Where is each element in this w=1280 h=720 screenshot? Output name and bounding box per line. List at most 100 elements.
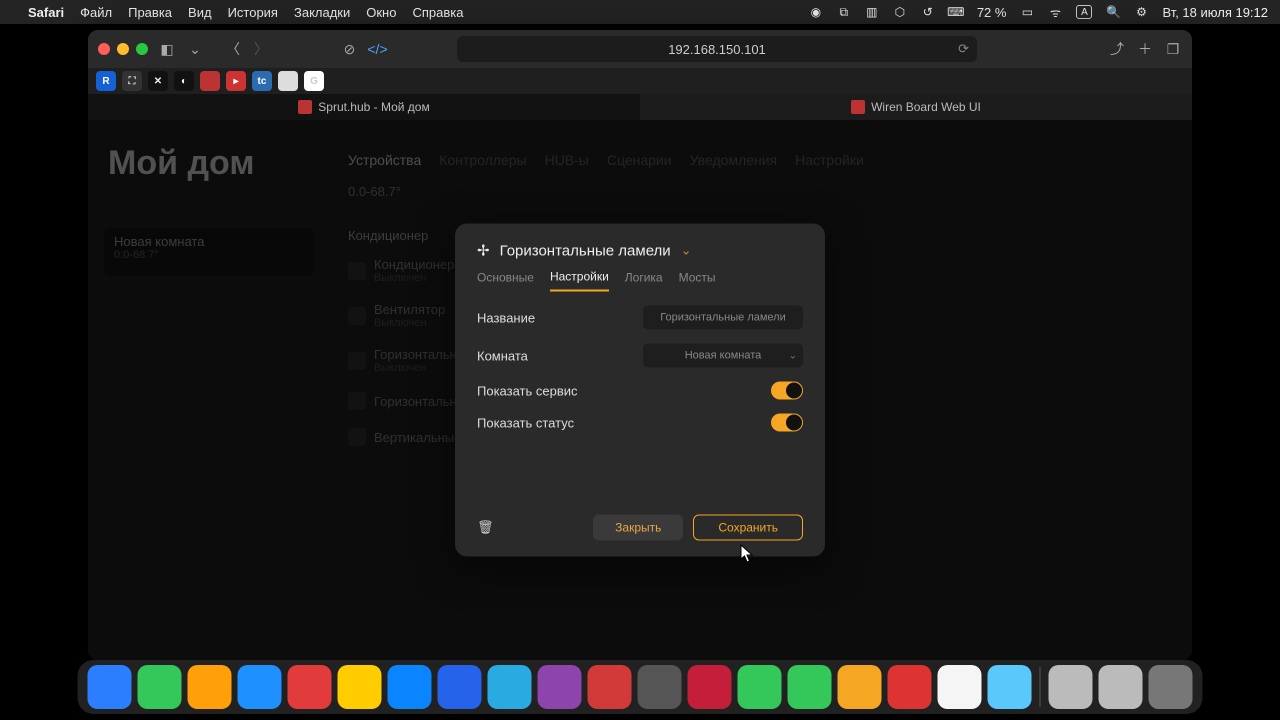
record-icon[interactable]: ◉ bbox=[809, 5, 823, 19]
favorite-7[interactable]: tc bbox=[252, 71, 272, 91]
temperature-range: 0.0-68.7° bbox=[348, 184, 401, 199]
dock-app-17[interactable] bbox=[888, 665, 932, 709]
dock-app-4[interactable] bbox=[238, 665, 282, 709]
dock-app-19[interactable] bbox=[988, 665, 1032, 709]
control-center-icon[interactable]: ⚙ bbox=[1134, 5, 1148, 19]
page-title: Мой дом bbox=[108, 144, 255, 183]
save-button[interactable]: Сохранить bbox=[693, 515, 803, 541]
input-source-icon[interactable]: A bbox=[1076, 5, 1092, 19]
safari-window: ◧ ⌄ 〈 〉 ⊘ </> 192.168.150.101 ⟳ ⤴ ＋ ❐ R … bbox=[88, 30, 1192, 660]
dock-app-6[interactable] bbox=[338, 665, 382, 709]
battery-percent: 72 % bbox=[977, 5, 1007, 20]
window-zoom-button[interactable] bbox=[136, 43, 148, 55]
mac-dock bbox=[78, 660, 1203, 714]
clock-icon[interactable]: ↺ bbox=[921, 5, 935, 19]
dock-app-15[interactable] bbox=[788, 665, 832, 709]
keyboard-battery-icon[interactable]: ⌨ bbox=[949, 5, 963, 19]
menu-help[interactable]: Справка bbox=[412, 5, 463, 20]
window-close-button[interactable] bbox=[98, 43, 110, 55]
favorite-8[interactable] bbox=[278, 71, 298, 91]
nav-hubs[interactable]: HUB-ы bbox=[545, 152, 589, 168]
nav-settings[interactable]: Настройки bbox=[795, 152, 864, 168]
dock-app-16[interactable] bbox=[838, 665, 882, 709]
browser-tab-1[interactable]: Sprut.hub - Мой дом bbox=[88, 94, 640, 120]
back-button[interactable]: 〈 bbox=[224, 40, 242, 58]
nav-scenarios[interactable]: Сценарии bbox=[607, 152, 672, 168]
new-tab-button[interactable]: ＋ bbox=[1136, 40, 1154, 58]
nav-controllers[interactable]: Контроллеры bbox=[439, 152, 526, 168]
dock-app-1[interactable] bbox=[88, 665, 132, 709]
tab-overview-icon[interactable]: ❐ bbox=[1164, 40, 1182, 58]
address-bar[interactable]: 192.168.150.101 ⟳ bbox=[457, 36, 977, 62]
dock-app-20[interactable] bbox=[1049, 665, 1093, 709]
mac-menubar: Safari Файл Правка Вид История Закладки … bbox=[0, 0, 1280, 24]
share-icon[interactable]: ⤴ bbox=[1108, 40, 1126, 58]
menu-file[interactable]: Файл bbox=[80, 5, 112, 20]
menu-edit[interactable]: Правка bbox=[128, 5, 172, 20]
dock-app-3[interactable] bbox=[188, 665, 232, 709]
modal-title-dropdown[interactable]: ⌄ bbox=[681, 243, 692, 259]
menu-history[interactable]: История bbox=[228, 5, 278, 20]
dock-app-12[interactable] bbox=[638, 665, 682, 709]
dock-app-22[interactable] bbox=[1149, 665, 1193, 709]
tab-group-chevron-icon[interactable]: ⌄ bbox=[186, 40, 204, 58]
dock-app-2[interactable] bbox=[138, 665, 182, 709]
field-room-select[interactable]: Новая комната ⌄ bbox=[643, 344, 803, 368]
tab-label-1: Sprut.hub - Мой дом bbox=[318, 100, 429, 114]
dock-app-21[interactable] bbox=[1099, 665, 1143, 709]
favorite-2[interactable]: ⛶ bbox=[122, 71, 142, 91]
sidebar-toggle-icon[interactable]: ◧ bbox=[158, 40, 176, 58]
dock-app-10[interactable] bbox=[538, 665, 582, 709]
show-service-toggle[interactable] bbox=[771, 382, 803, 400]
nav-notifications[interactable]: Уведомления bbox=[690, 152, 778, 168]
modal-tab-bridges[interactable]: Мосты bbox=[679, 270, 716, 292]
favorite-5[interactable] bbox=[200, 71, 220, 91]
menubar-datetime[interactable]: Вт, 18 июля 19:12 bbox=[1162, 5, 1268, 20]
dev-tools-icon[interactable]: </> bbox=[369, 40, 387, 58]
dock-app-18[interactable] bbox=[938, 665, 982, 709]
dock-app-8[interactable] bbox=[438, 665, 482, 709]
favorite-4[interactable]: ◐ bbox=[174, 71, 194, 91]
device-icon bbox=[348, 352, 366, 370]
show-status-toggle[interactable] bbox=[771, 414, 803, 432]
room-card[interactable]: Новая комната 0.0-68.7° bbox=[104, 228, 314, 276]
screenshot-icon[interactable]: ⧉ bbox=[837, 5, 851, 19]
field-show-service-label: Показать сервис bbox=[477, 383, 578, 398]
dock-app-13[interactable] bbox=[688, 665, 732, 709]
delete-button[interactable]: 🗑 bbox=[477, 520, 494, 536]
dock-app-11[interactable] bbox=[588, 665, 632, 709]
favorite-9[interactable]: G bbox=[304, 71, 324, 91]
stage-manager-icon[interactable]: ▥ bbox=[865, 5, 879, 19]
device-name: Вентилятор bbox=[374, 302, 445, 317]
hex-icon[interactable]: ⬡ bbox=[893, 5, 907, 19]
dock-app-9[interactable] bbox=[488, 665, 532, 709]
modal-tabs: Основные Настройки Логика Мосты bbox=[477, 270, 803, 292]
window-minimize-button[interactable] bbox=[117, 43, 129, 55]
modal-tab-logic[interactable]: Логика bbox=[625, 270, 663, 292]
menu-bookmarks[interactable]: Закладки bbox=[294, 5, 350, 20]
menu-window[interactable]: Окно bbox=[366, 5, 396, 20]
field-show-status-label: Показать статус bbox=[477, 415, 574, 430]
tab-strip: Sprut.hub - Мой дом Wiren Board Web UI bbox=[88, 94, 1192, 120]
menu-view[interactable]: Вид bbox=[188, 5, 212, 20]
reload-icon[interactable]: ⟳ bbox=[958, 41, 969, 57]
room-card-title: Новая комната bbox=[114, 234, 304, 249]
wifi-icon[interactable]: ᯤ bbox=[1048, 5, 1062, 19]
browser-toolbar: ◧ ⌄ 〈 〉 ⊘ </> 192.168.150.101 ⟳ ⤴ ＋ ❐ bbox=[88, 30, 1192, 68]
favorite-6[interactable]: ▸ bbox=[226, 71, 246, 91]
dock-app-7[interactable] bbox=[388, 665, 432, 709]
menubar-app-name[interactable]: Safari bbox=[28, 5, 64, 20]
spotlight-icon[interactable]: 🔍 bbox=[1106, 5, 1120, 19]
favorite-3[interactable]: ✕ bbox=[148, 71, 168, 91]
nav-devices[interactable]: Устройства bbox=[348, 152, 421, 168]
dock-app-5[interactable] bbox=[288, 665, 332, 709]
browser-tab-2[interactable]: Wiren Board Web UI bbox=[640, 94, 1192, 120]
favorite-1[interactable]: R bbox=[96, 71, 116, 91]
field-name-input[interactable] bbox=[643, 306, 803, 330]
privacy-shield-icon[interactable]: ⊘ bbox=[341, 40, 359, 58]
dock-app-14[interactable] bbox=[738, 665, 782, 709]
modal-tab-main[interactable]: Основные bbox=[477, 270, 534, 292]
close-button[interactable]: Закрыть bbox=[593, 515, 683, 541]
battery-icon[interactable]: ▭ bbox=[1020, 5, 1034, 19]
modal-tab-settings[interactable]: Настройки bbox=[550, 270, 609, 292]
